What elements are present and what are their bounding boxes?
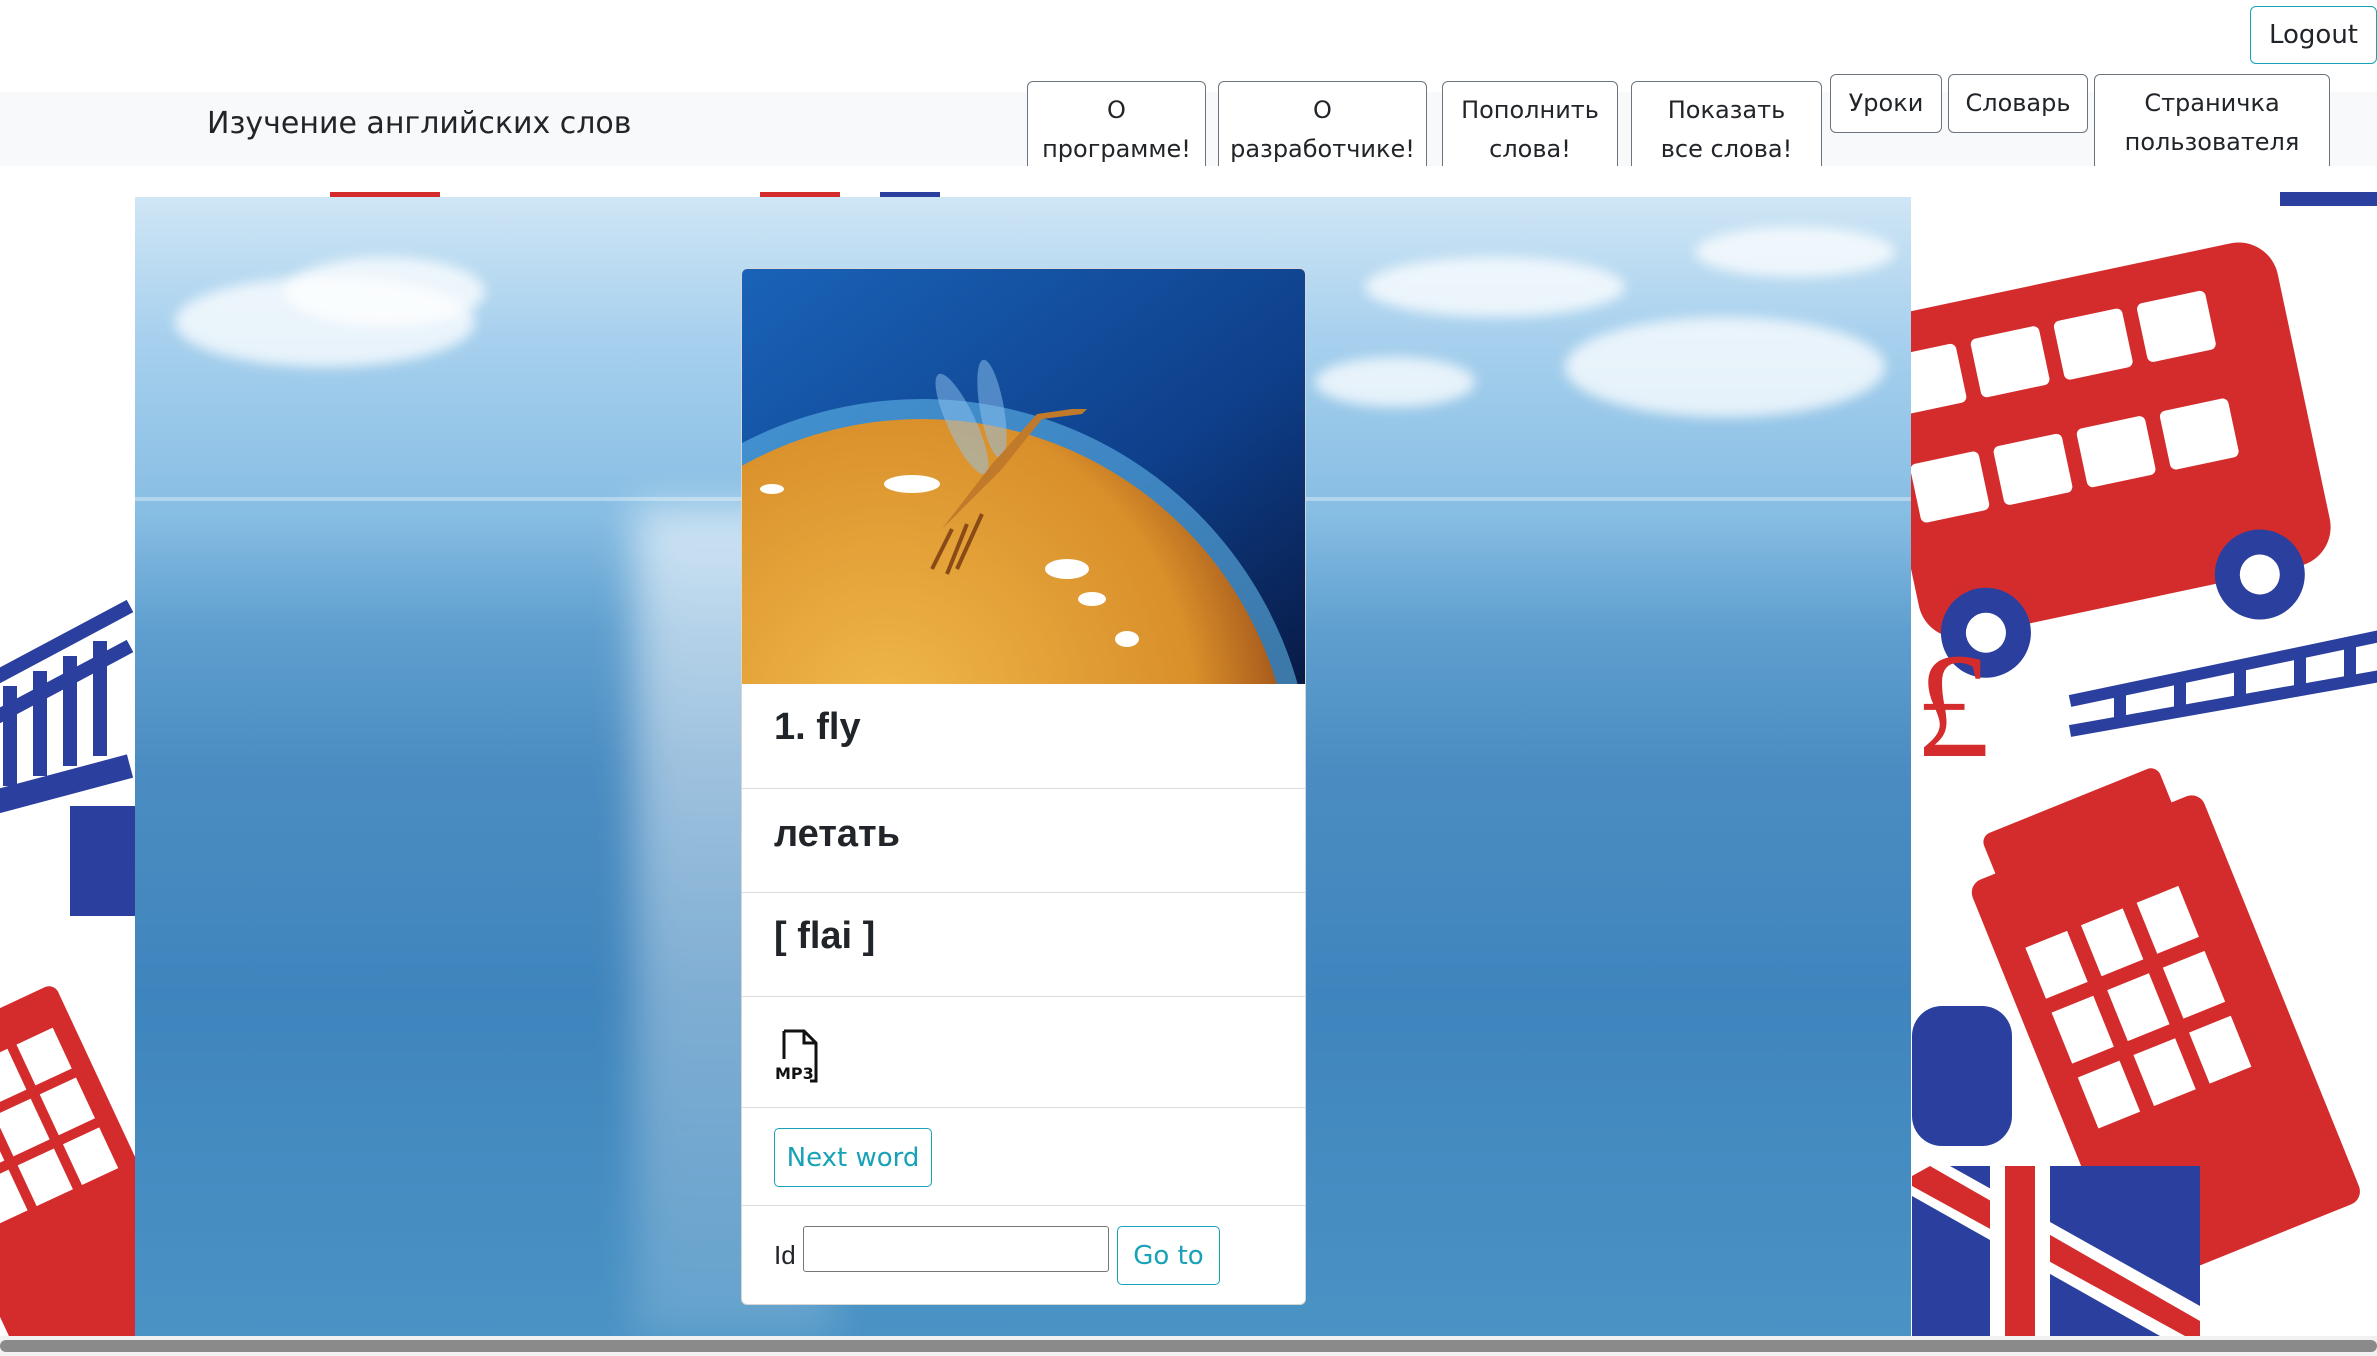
word-text: 1. fly bbox=[774, 706, 861, 748]
lessons-label: Уроки bbox=[1848, 89, 1924, 117]
goto-row: Id Go to bbox=[742, 1205, 1305, 1304]
word-row: 1. fly bbox=[742, 684, 1305, 788]
word-card: 1. fly летать [ flai ] MP3 Next word Id … bbox=[741, 268, 1306, 1305]
about-developer-button[interactable]: Оразработчике! bbox=[1218, 81, 1427, 178]
next-row: Next word bbox=[742, 1107, 1305, 1205]
go-to-button[interactable]: Go to bbox=[1117, 1226, 1220, 1285]
blue-shape-right-icon bbox=[1912, 1006, 2012, 1146]
horizontal-scrollbar[interactable] bbox=[0, 1336, 2377, 1356]
next-word-button[interactable]: Next word bbox=[774, 1128, 932, 1187]
add-words-label-1: Пополнить bbox=[1461, 95, 1599, 124]
union-jack-icon bbox=[1912, 1166, 2200, 1336]
id-label: Id bbox=[774, 1240, 796, 1270]
brand-title[interactable]: Изучение английских слов bbox=[207, 106, 631, 141]
about-developer-label-1: О bbox=[1313, 95, 1332, 124]
about-program-button[interactable]: Опрограмме! bbox=[1027, 81, 1206, 178]
bridge-left-icon bbox=[0, 599, 134, 814]
dictionary-label: Словарь bbox=[1965, 89, 2071, 117]
bridge-right-icon bbox=[2068, 630, 2377, 737]
user-page-label-1: Страничка bbox=[2144, 88, 2280, 117]
pound-sign-icon: £ bbox=[1915, 623, 1990, 789]
show-all-words-button[interactable]: Показать все слова! bbox=[1631, 81, 1822, 178]
add-words-button[interactable]: Пополнить слова! bbox=[1442, 81, 1618, 178]
about-program-label-2: программе! bbox=[1042, 134, 1191, 163]
add-words-label-2: слова! bbox=[1489, 134, 1571, 163]
audio-row: MP3 bbox=[742, 996, 1305, 1107]
mp3-file-icon[interactable]: MP3 bbox=[774, 1029, 820, 1085]
about-program-label-1: О bbox=[1107, 95, 1126, 124]
translation-row: летать bbox=[742, 788, 1305, 892]
id-input[interactable] bbox=[803, 1226, 1109, 1272]
user-page-label-2: пользователя bbox=[2124, 127, 2300, 156]
scrollbar-thumb[interactable] bbox=[0, 1340, 2377, 1352]
lessons-button[interactable]: Уроки bbox=[1830, 74, 1942, 133]
word-illustration bbox=[742, 269, 1305, 684]
dictionary-button[interactable]: Словарь bbox=[1948, 74, 2088, 133]
transcription-row: [ flai ] bbox=[742, 892, 1305, 996]
show-all-words-label-1: Показать bbox=[1667, 95, 1786, 124]
logout-button[interactable]: Logout bbox=[2249, 6, 2377, 64]
user-page-button[interactable]: Страничка пользователя bbox=[2094, 74, 2330, 171]
blue-shape-icon bbox=[70, 806, 140, 916]
translation-text: летать bbox=[774, 813, 900, 855]
show-all-words-label-2: все слова! bbox=[1660, 134, 1793, 163]
double-decker-bus-icon bbox=[1866, 242, 2331, 678]
about-developer-label-2: разработчике! bbox=[1230, 134, 1415, 163]
mp3-label: MP3 bbox=[775, 1064, 814, 1083]
transcription-text: [ flai ] bbox=[774, 915, 876, 957]
